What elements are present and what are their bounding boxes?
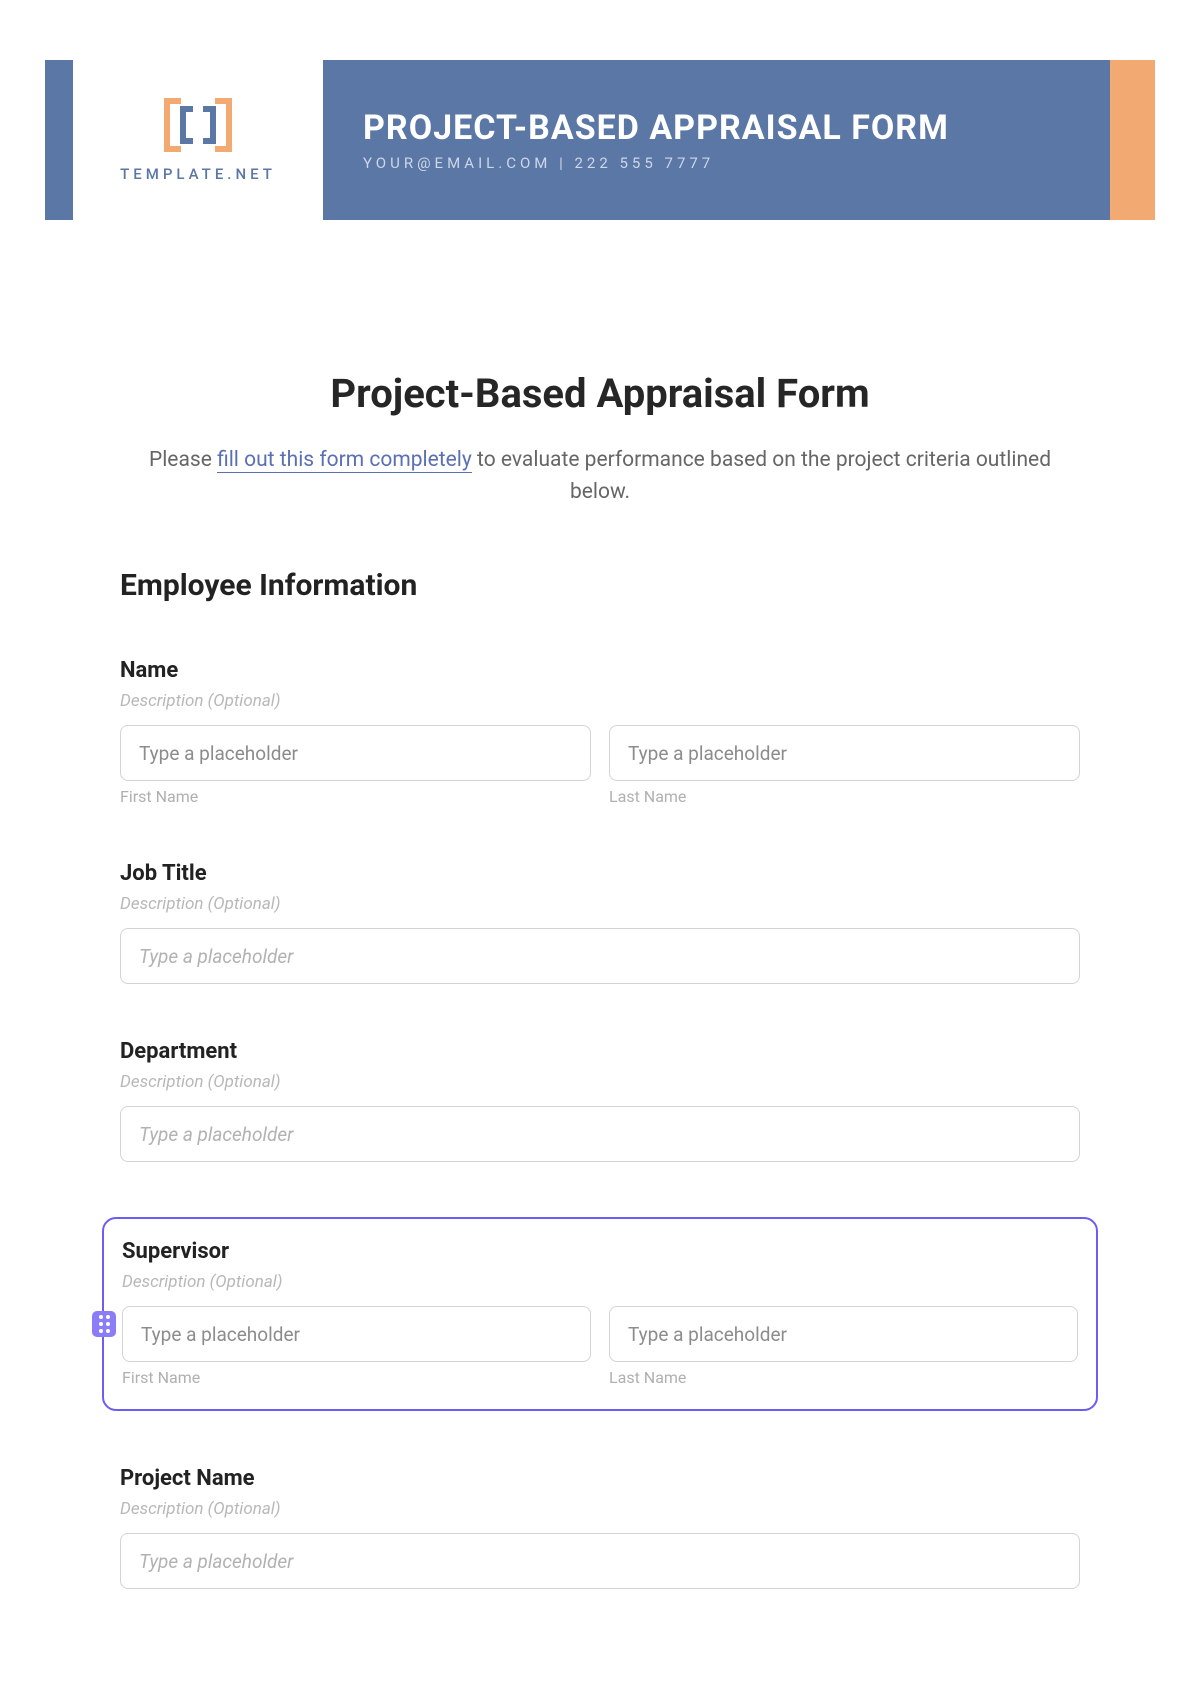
logo-icon — [163, 97, 233, 153]
field-name: Name Description (Optional) First Name L… — [120, 658, 1080, 806]
field-label-name: Name — [120, 658, 1080, 683]
field-desc-department: Description (Optional) — [120, 1072, 1080, 1092]
field-desc-project-name: Description (Optional) — [120, 1499, 1080, 1519]
field-department: Department Description (Optional) — [120, 1039, 1080, 1162]
field-label-supervisor: Supervisor — [122, 1239, 1078, 1264]
header-banner: TEMPLATE.NET PROJECT-BASED APPRAISAL FOR… — [45, 60, 1155, 220]
field-desc-job-title: Description (Optional) — [120, 894, 1080, 914]
banner-title: PROJECT-BASED APPRAISAL FORM — [363, 108, 1110, 148]
page-title: Project-Based Appraisal Form — [120, 370, 1080, 417]
banner-subline: YOUR@EMAIL.COM | 222 555 7777 — [363, 154, 1110, 172]
last-name-sublabel: Last Name — [609, 787, 1080, 806]
section-employee-info: Employee Information — [120, 568, 1080, 603]
field-label-job-title: Job Title — [120, 861, 1080, 886]
intro-link[interactable]: fill out this form completely — [217, 448, 472, 473]
supervisor-last-name-sublabel: Last Name — [609, 1368, 1078, 1387]
field-job-title: Job Title Description (Optional) — [120, 861, 1080, 984]
field-supervisor[interactable]: Supervisor Description (Optional) First … — [102, 1217, 1098, 1411]
supervisor-last-name-input[interactable] — [609, 1306, 1078, 1362]
field-desc-supervisor: Description (Optional) — [122, 1272, 1078, 1292]
banner-accent-right — [1110, 60, 1155, 220]
banner-main: PROJECT-BASED APPRAISAL FORM YOUR@EMAIL.… — [323, 60, 1110, 220]
logo-text: TEMPLATE.NET — [120, 165, 276, 183]
last-name-input[interactable] — [609, 725, 1080, 781]
department-input[interactable] — [120, 1106, 1080, 1162]
page-intro: Please fill out this form completely to … — [120, 445, 1080, 508]
supervisor-first-name-sublabel: First Name — [122, 1368, 591, 1387]
supervisor-first-name-input[interactable] — [122, 1306, 591, 1362]
first-name-input[interactable] — [120, 725, 591, 781]
field-desc-name: Description (Optional) — [120, 691, 1080, 711]
logo-box: TEMPLATE.NET — [73, 60, 323, 220]
intro-suffix: to evaluate performance based on the pro… — [472, 448, 1051, 504]
job-title-input[interactable] — [120, 928, 1080, 984]
banner-accent-left — [45, 60, 73, 220]
first-name-sublabel: First Name — [120, 787, 591, 806]
field-project-name: Project Name Description (Optional) — [120, 1466, 1080, 1589]
drag-handle-icon[interactable] — [92, 1311, 116, 1337]
field-label-project-name: Project Name — [120, 1466, 1080, 1491]
intro-prefix: Please — [149, 448, 217, 472]
field-label-department: Department — [120, 1039, 1080, 1064]
project-name-input[interactable] — [120, 1533, 1080, 1589]
